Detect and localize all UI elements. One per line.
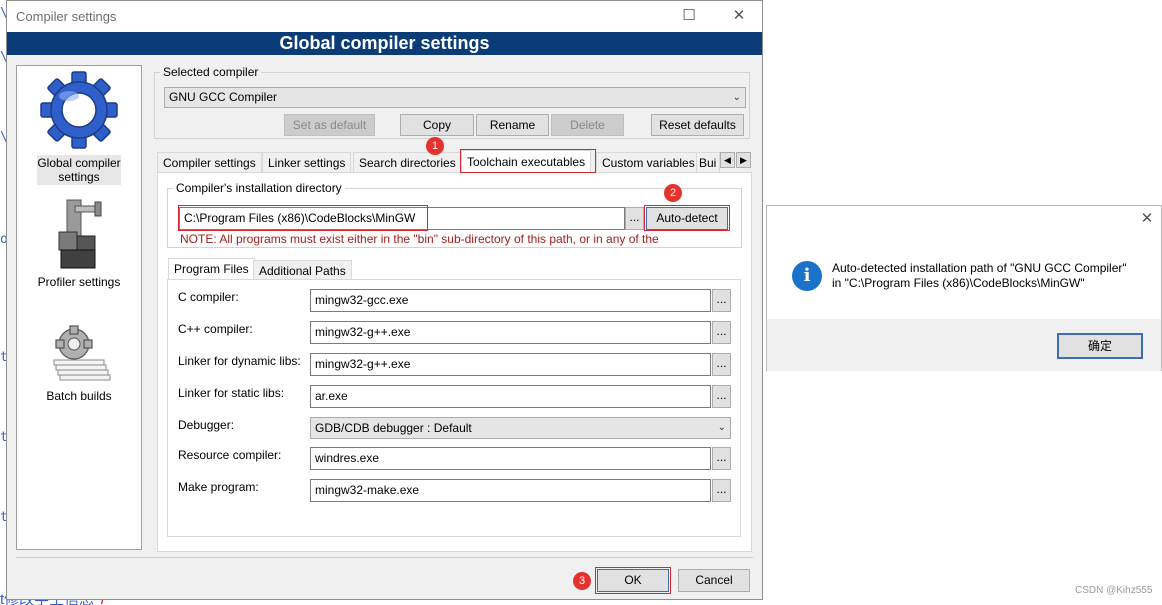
browse-dynamic-linker-button[interactable]: ...: [712, 353, 731, 376]
reset-defaults-button[interactable]: Reset defaults: [651, 114, 744, 136]
delete-button[interactable]: Delete: [551, 114, 624, 136]
category-label: Batch builds: [46, 389, 112, 403]
browse-resource-compiler-button[interactable]: ...: [712, 447, 731, 470]
make-program-input[interactable]: mingw32-make.exe: [310, 479, 711, 502]
dynamic-linker-input[interactable]: mingw32-g++.exe: [310, 353, 711, 376]
tab-custom-variables[interactable]: Custom variables: [596, 152, 701, 173]
footer-divider: [16, 557, 753, 558]
maximize-button[interactable]: ☐: [677, 5, 701, 27]
c-compiler-label: C compiler:: [178, 290, 239, 304]
message-close-button[interactable]: ✕: [1135, 208, 1159, 230]
page-title-banner: Global compiler settings: [7, 32, 762, 55]
annotation-box-auto-detect: [644, 205, 730, 231]
cancel-button[interactable]: Cancel: [678, 569, 750, 592]
subtab-program-files[interactable]: Program Files: [168, 258, 255, 280]
tab-build-options[interactable]: Bui: [696, 152, 720, 173]
resource-compiler-input[interactable]: windres.exe: [310, 447, 711, 470]
message-text: Auto-detected installation path of "GNU …: [832, 261, 1127, 290]
browse-cpp-compiler-button[interactable]: ...: [712, 321, 731, 344]
debugger-select[interactable]: GDB/CDB debugger : Default ⌄: [310, 417, 731, 439]
annotation-box-path: [178, 205, 428, 231]
category-item-global-compiler[interactable]: Global compiler settings: [17, 68, 141, 185]
debugger-label: Debugger:: [178, 418, 235, 432]
tab-search-directories[interactable]: Search directories: [353, 152, 462, 173]
category-label: Global compiler settings: [37, 155, 121, 185]
chevron-down-icon: ⌄: [717, 422, 726, 433]
copy-button[interactable]: Copy: [400, 114, 474, 136]
c-compiler-input[interactable]: mingw32-gcc.exe: [310, 289, 711, 312]
rename-button[interactable]: Rename: [476, 114, 549, 136]
group-label: Compiler's installation directory: [173, 181, 345, 195]
arrow-left-icon: ◀: [724, 155, 731, 165]
auto-detect-message-box: ✕ i Auto-detected installation path of "…: [766, 205, 1162, 371]
static-linker-input[interactable]: ar.exe: [310, 385, 711, 408]
info-icon: i: [792, 261, 822, 291]
message-ok-button[interactable]: 确定: [1057, 333, 1143, 359]
chevron-down-icon: ⌄: [732, 92, 741, 103]
subtab-additional-paths[interactable]: Additional Paths: [253, 260, 352, 280]
make-program-label: Make program:: [178, 480, 259, 494]
profiler-icon: [58, 199, 102, 269]
install-dir-note: NOTE: All programs must exist either in …: [180, 232, 659, 246]
category-list: Global compiler settings Profiler settin…: [16, 65, 142, 550]
browse-static-linker-button[interactable]: ...: [712, 385, 731, 408]
compiler-select[interactable]: GNU GCC Compiler ⌄: [164, 87, 746, 108]
gear-icon: [40, 71, 118, 149]
static-linker-label: Linker for static libs:: [178, 386, 285, 400]
dialog-title: Compiler settings: [16, 9, 117, 24]
annotation-box-tab: [460, 149, 596, 173]
category-label: Profiler settings: [37, 275, 121, 289]
annotation-badge: 1: [426, 137, 444, 155]
tab-scroll-left-button[interactable]: ◀: [720, 152, 735, 168]
tab-linker-settings[interactable]: Linker settings: [262, 152, 352, 173]
browse-make-program-button[interactable]: ...: [712, 479, 731, 502]
tab-compiler-settings[interactable]: Compiler settings: [157, 152, 262, 173]
group-label: Selected compiler: [160, 65, 262, 79]
close-button[interactable]: ✕: [727, 5, 751, 27]
category-item-batch-builds[interactable]: Batch builds: [17, 324, 141, 403]
resource-compiler-label: Resource compiler:: [178, 448, 282, 462]
set-as-default-button[interactable]: Set as default: [284, 114, 375, 136]
annotation-badge: 3: [573, 572, 591, 590]
dynamic-linker-label: Linker for dynamic libs:: [178, 354, 301, 368]
browse-c-compiler-button[interactable]: ...: [712, 289, 731, 312]
compiler-settings-dialog: Compiler settings ☐ ✕ Global compiler se…: [6, 0, 763, 600]
tab-scroll-right-button[interactable]: ▶: [736, 152, 751, 168]
cpp-compiler-input[interactable]: mingw32-g++.exe: [310, 321, 711, 344]
watermark: CSDN @Kihz555: [1075, 585, 1153, 596]
category-item-profiler[interactable]: Profiler settings: [17, 192, 141, 289]
cpp-compiler-label: C++ compiler:: [178, 322, 253, 336]
browse-install-dir-button[interactable]: ...: [625, 207, 644, 230]
title-bar: Compiler settings ☐ ✕: [7, 1, 762, 32]
annotation-badge: 2: [664, 184, 682, 202]
annotation-box-ok: [595, 567, 671, 594]
arrow-right-icon: ▶: [740, 155, 747, 165]
batch-build-icon: [53, 325, 111, 381]
